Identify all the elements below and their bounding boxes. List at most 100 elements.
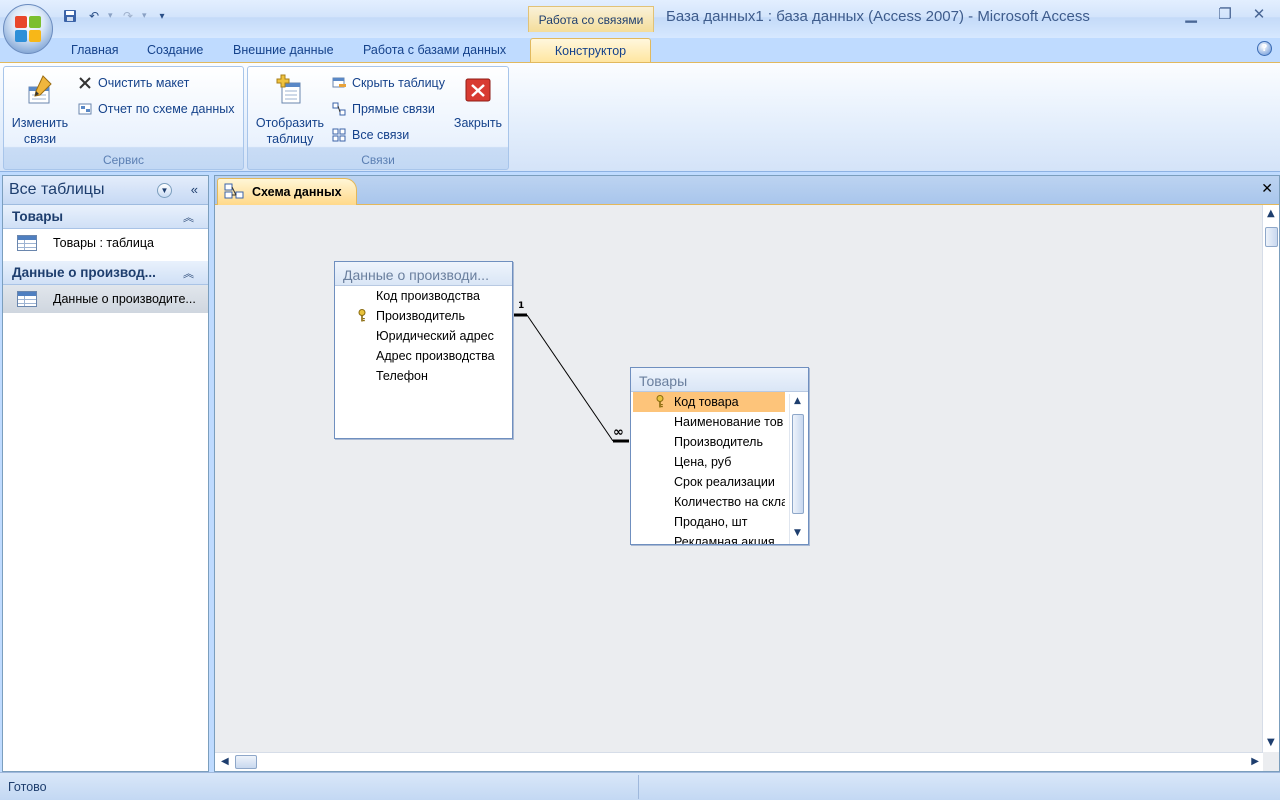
show-table-button[interactable]: Отобразить таблицу <box>252 73 328 147</box>
relationships-canvas[interactable]: 1 ∞ Данные о производи... Код производст… <box>215 205 1263 752</box>
tab-designer[interactable]: Конструктор <box>530 38 651 62</box>
products-table-box[interactable]: Товары Код товара Наименование тов Произ… <box>630 367 809 545</box>
nav-item-products-table[interactable]: Товары : таблица <box>3 229 208 257</box>
status-bar: Готово <box>0 772 1280 800</box>
field-row[interactable]: Адрес производства <box>335 346 512 366</box>
direct-relations-button[interactable]: Прямые связи <box>332 99 435 119</box>
canvas-vertical-scrollbar[interactable]: ▲ ▼ <box>1262 205 1279 752</box>
ribbon: Изменить связи Очистить макет Отчет по с… <box>0 62 1280 172</box>
field-name: Телефон <box>376 369 428 383</box>
redo-icon[interactable]: ↷ <box>118 7 138 25</box>
close-document-icon[interactable]: ✕ <box>1261 181 1273 197</box>
chevron-up-icon[interactable]: ︽ <box>183 209 194 225</box>
relations-report-label: Отчет по схеме данных <box>98 102 235 116</box>
manufacturers-table-title[interactable]: Данные о производи... <box>335 262 512 286</box>
close-relations-button[interactable]: Закрыть <box>450 73 506 131</box>
field-row[interactable]: Срок реализации <box>633 472 785 492</box>
navigation-pane: Все таблицы ▼ « Товары ︽ Товары : таблиц… <box>2 175 209 772</box>
report-icon <box>78 102 92 116</box>
scroll-left-icon[interactable]: ◀ <box>221 756 229 767</box>
field-row[interactable]: Наименование тов <box>633 412 785 432</box>
field-row[interactable]: Цена, руб <box>633 452 785 472</box>
help-icon[interactable]: ? <box>1257 41 1272 56</box>
field-name: Цена, руб <box>674 455 732 469</box>
field-row[interactable]: Производитель <box>335 306 512 326</box>
relations-report-button[interactable]: Отчет по схеме данных <box>78 99 235 119</box>
clear-layout-button[interactable]: Очистить макет <box>78 73 189 93</box>
relationships-icon <box>224 183 244 202</box>
field-name: Количество на скла <box>674 495 785 509</box>
field-row[interactable]: Телефон <box>335 366 512 386</box>
chevron-up-icon[interactable]: ︽ <box>183 265 194 281</box>
direct-relations-label: Прямые связи <box>352 102 435 116</box>
all-relations-button[interactable]: Все связи <box>332 125 409 145</box>
document-tab-label: Схема данных <box>252 185 342 199</box>
direct-relations-icon <box>332 102 346 116</box>
tab-create[interactable]: Создание <box>147 38 203 62</box>
undo-icon[interactable]: ↶ <box>84 7 104 25</box>
products-table-scrollbar[interactable]: ▲ ▼ <box>789 394 806 544</box>
edit-relations-label: Изменить связи <box>11 116 69 146</box>
tab-home[interactable]: Главная <box>71 38 119 62</box>
nav-group-title: Данные о производ... <box>12 265 156 280</box>
document-tab-bar: Схема данных ✕ <box>215 176 1279 205</box>
restore-icon[interactable]: ❐ <box>1214 4 1236 24</box>
nav-dropdown-icon[interactable]: ▼ <box>157 183 172 198</box>
status-text: Готово <box>8 780 47 794</box>
nav-group-manufacturers[interactable]: Данные о производ... ︽ <box>3 261 208 285</box>
scroll-thumb[interactable] <box>1265 227 1278 247</box>
customize-qat-icon[interactable]: ▾ <box>152 7 172 25</box>
canvas-horizontal-scrollbar[interactable]: ◀ ▶ <box>215 752 1263 771</box>
field-row[interactable]: Производитель <box>633 432 785 452</box>
clear-x-icon <box>78 76 92 90</box>
field-row[interactable]: Продано, шт <box>633 512 785 532</box>
field-name: Производитель <box>376 309 465 323</box>
field-name: Код товара <box>674 395 739 409</box>
quick-access-toolbar: ↶ ▾ ↷ ▾ ▾ <box>60 6 172 26</box>
scroll-down-icon[interactable]: ▼ <box>1267 737 1275 748</box>
redo-dropdown-icon[interactable]: ▾ <box>142 11 148 21</box>
nav-group-title: Товары <box>12 209 64 224</box>
field-row[interactable]: Юридический адрес <box>335 326 512 346</box>
nav-item-manufacturers-table[interactable]: Данные о производите... <box>3 285 208 313</box>
title-bar: ↶ ▾ ↷ ▾ ▾ Работа со связями База данных1… <box>0 0 1280 54</box>
field-row[interactable]: Код товара <box>633 392 785 412</box>
field-row[interactable]: Количество на скла <box>633 492 785 512</box>
nav-group-products[interactable]: Товары ︽ <box>3 205 208 229</box>
service-group-label: Сервис <box>102 153 145 167</box>
field-name: Производитель <box>674 435 763 449</box>
status-separator <box>638 775 639 799</box>
edit-relations-button[interactable]: Изменить связи <box>8 73 72 147</box>
window-title: База данных1 : база данных (Access 2007)… <box>666 8 1090 25</box>
close-red-icon <box>461 73 495 107</box>
scroll-up-icon[interactable]: ▲ <box>1267 208 1275 219</box>
undo-dropdown-icon[interactable]: ▾ <box>108 11 114 21</box>
scroll-thumb[interactable] <box>235 755 257 769</box>
nav-item-label: Данные о производите... <box>53 292 196 306</box>
nav-pane-title: Все таблицы <box>9 181 105 198</box>
field-row[interactable]: Рекламная акция <box>633 532 785 545</box>
close-window-icon[interactable]: ✕ <box>1248 4 1270 24</box>
field-row[interactable]: Код производства <box>335 286 512 306</box>
scroll-up-icon[interactable]: ▲ <box>794 396 801 406</box>
office-button[interactable] <box>3 4 53 54</box>
field-name: Рекламная акция <box>674 535 775 545</box>
field-name: Продано, шт <box>674 515 748 529</box>
hide-table-button[interactable]: Скрыть таблицу <box>332 73 445 93</box>
scroll-right-icon[interactable]: ▶ <box>1251 756 1259 767</box>
field-name: Срок реализации <box>674 475 775 489</box>
manufacturers-table-box[interactable]: Данные о производи... Код производства П… <box>334 261 513 439</box>
nav-pane-header[interactable]: Все таблицы ▼ « <box>3 176 208 205</box>
products-table-title[interactable]: Товары <box>631 368 808 392</box>
scroll-thumb[interactable] <box>792 414 804 514</box>
tab-relationships[interactable]: Схема данных <box>217 178 357 205</box>
hide-table-icon <box>332 76 346 90</box>
tab-database-tools[interactable]: Работа с базами данных <box>363 38 506 62</box>
show-table-icon <box>273 73 307 107</box>
field-name: Код производства <box>376 289 481 303</box>
minimize-icon[interactable]: ▁ <box>1180 4 1202 24</box>
nav-collapse-icon[interactable]: « <box>191 182 198 197</box>
scroll-down-icon[interactable]: ▼ <box>794 528 801 538</box>
tab-external-data[interactable]: Внешние данные <box>233 38 334 62</box>
save-icon[interactable] <box>60 7 80 25</box>
